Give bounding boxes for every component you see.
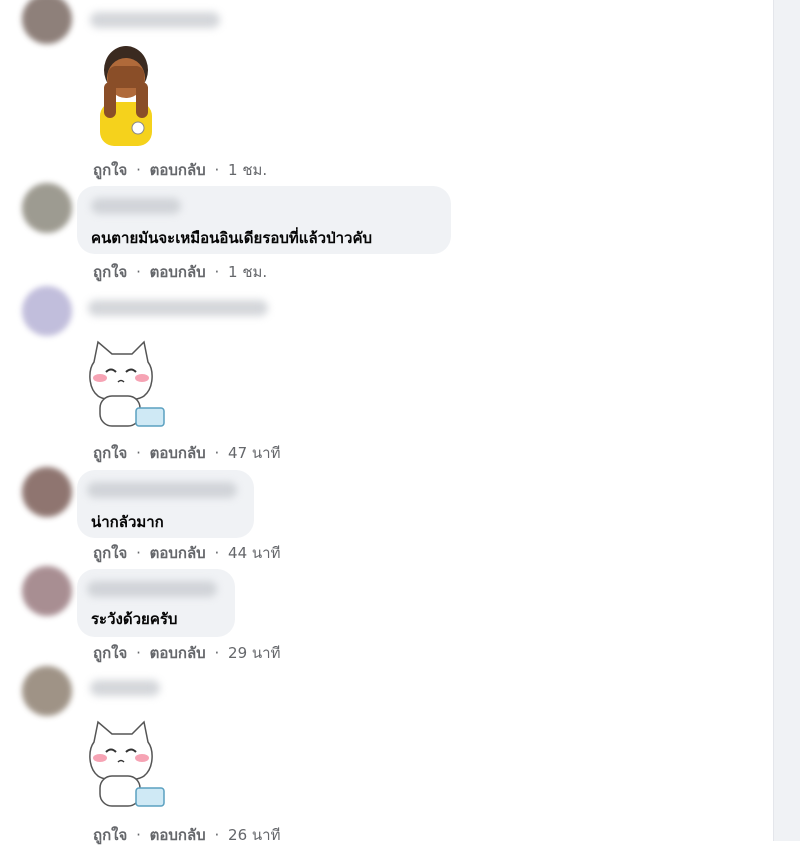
- reply-link[interactable]: ตอบกลับ: [150, 544, 206, 562]
- avatar[interactable]: [22, 666, 72, 716]
- separator: ·: [136, 544, 141, 562]
- commenter-name-blurred[interactable]: [91, 198, 181, 214]
- crying-cat-sticker: [89, 720, 165, 807]
- comment-timestamp[interactable]: 44 นาที: [228, 544, 280, 562]
- reply-link[interactable]: ตอบกลับ: [150, 644, 206, 662]
- comment-timestamp[interactable]: 1 ชม.: [228, 263, 267, 281]
- comment-actions: ถูกใจ · ตอบกลับ · 29 นาที: [93, 641, 280, 665]
- avatar[interactable]: [22, 467, 72, 517]
- covering-eyes-sticker: [100, 46, 152, 146]
- reply-link[interactable]: ตอบกลับ: [150, 161, 206, 179]
- avatar[interactable]: [22, 0, 72, 44]
- comment-bubble: น่ากลัวมาก: [77, 470, 254, 538]
- separator: ·: [136, 263, 141, 281]
- like-link[interactable]: ถูกใจ: [93, 444, 127, 462]
- comment-actions: ถูกใจ · ตอบกลับ · 44 นาที: [93, 541, 280, 565]
- commenter-name-blurred[interactable]: [90, 680, 160, 696]
- comment-timestamp[interactable]: 26 นาที: [228, 826, 280, 844]
- avatar[interactable]: [22, 286, 72, 336]
- separator: ·: [136, 644, 141, 662]
- reply-link[interactable]: ตอบกลับ: [150, 263, 206, 281]
- like-link[interactable]: ถูกใจ: [93, 544, 127, 562]
- separator: ·: [214, 161, 220, 179]
- like-link[interactable]: ถูกใจ: [93, 161, 127, 179]
- like-link[interactable]: ถูกใจ: [93, 644, 127, 662]
- comment-timestamp[interactable]: 29 นาที: [228, 644, 280, 662]
- scrollbar-track[interactable]: [773, 0, 800, 841]
- separator: ·: [136, 161, 141, 179]
- avatar[interactable]: [22, 183, 72, 233]
- avatar[interactable]: [22, 566, 72, 616]
- separator: ·: [214, 644, 220, 662]
- commenter-name-blurred[interactable]: [87, 581, 217, 597]
- separator: ·: [214, 263, 220, 281]
- separator: ·: [214, 544, 220, 562]
- separator: ·: [214, 444, 220, 462]
- like-link[interactable]: ถูกใจ: [93, 263, 127, 281]
- comment-bubble: คนตายมันจะเหมือนอินเดียรอบที่แล้วป่าวคับ: [77, 186, 451, 254]
- reply-link[interactable]: ตอบกลับ: [150, 444, 206, 462]
- comment-actions: ถูกใจ · ตอบกลับ · 26 นาที: [93, 823, 280, 847]
- commenter-name-blurred[interactable]: [90, 12, 220, 28]
- commenter-name-blurred[interactable]: [88, 300, 268, 316]
- comment-actions: ถูกใจ · ตอบกลับ · 1 ชม.: [93, 158, 267, 182]
- crying-cat-sticker: [89, 340, 165, 427]
- separator: ·: [214, 826, 220, 844]
- comments-panel: ถูกใจ · ตอบกลับ · 1 ชม. คนตายมันจะเหมือน…: [0, 0, 773, 844]
- comment-actions: ถูกใจ · ตอบกลับ · 1 ชม.: [93, 260, 267, 284]
- comment-actions: ถูกใจ · ตอบกลับ · 47 นาที: [93, 441, 280, 465]
- comment-text: ระวังด้วยครับ: [91, 610, 178, 628]
- commenter-name-blurred[interactable]: [87, 482, 237, 498]
- comment-timestamp[interactable]: 47 นาที: [228, 444, 280, 462]
- reply-link[interactable]: ตอบกลับ: [150, 826, 206, 844]
- comment-bubble: ระวังด้วยครับ: [77, 569, 235, 637]
- comment-timestamp[interactable]: 1 ชม.: [228, 161, 267, 179]
- separator: ·: [136, 444, 141, 462]
- comment-text: น่ากลัวมาก: [91, 513, 164, 531]
- separator: ·: [136, 826, 141, 844]
- like-link[interactable]: ถูกใจ: [93, 826, 127, 844]
- comment-text: คนตายมันจะเหมือนอินเดียรอบที่แล้วป่าวคับ: [91, 229, 372, 247]
